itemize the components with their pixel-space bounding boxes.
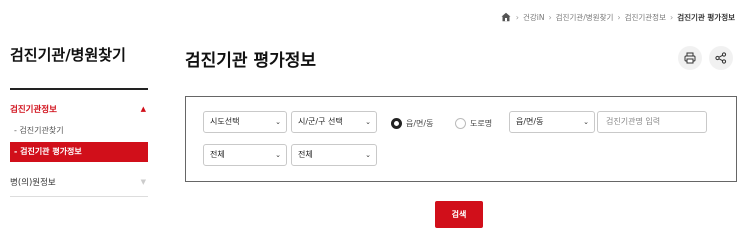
share-icon bbox=[715, 49, 727, 68]
sido-select[interactable]: 시도선택 ⌄ bbox=[203, 111, 287, 133]
sidebar-divider bbox=[10, 88, 148, 90]
emd-select[interactable]: 읍/면/동 ⌄ bbox=[509, 111, 595, 133]
chevron-down-icon: ⌄ bbox=[583, 118, 589, 126]
sidebar-title: 검진기관/병원찾기 bbox=[10, 46, 126, 64]
chevron-down-icon: ⌄ bbox=[365, 151, 371, 159]
search-panel bbox=[185, 96, 737, 182]
home-icon[interactable] bbox=[500, 11, 512, 23]
breadcrumb-item[interactable]: 검진기관정보 bbox=[625, 12, 666, 23]
caret-up-icon: ▲ bbox=[140, 105, 146, 113]
chevron-right-icon: › bbox=[548, 12, 552, 22]
printer-icon bbox=[684, 49, 696, 68]
sidebar-item-label: 병(의)원정보 bbox=[10, 178, 56, 188]
institution-name-input[interactable]: 검진기관명 입력 bbox=[597, 111, 707, 133]
radio-unselected-icon bbox=[455, 118, 466, 129]
sidebar-bottom-divider bbox=[10, 196, 148, 197]
select-value: 전체 bbox=[298, 150, 313, 159]
breadcrumb-item[interactable]: 검진기관/병원찾기 bbox=[556, 12, 614, 23]
chevron-right-icon: › bbox=[515, 12, 519, 22]
chevron-down-icon: ⌄ bbox=[275, 118, 281, 126]
filter-select-1[interactable]: 전체 ⌄ bbox=[203, 144, 287, 166]
filter-select-2[interactable]: 전체 ⌄ bbox=[291, 144, 377, 166]
page-title: 검진기관 평가정보 bbox=[185, 51, 317, 71]
chevron-right-icon: › bbox=[617, 12, 621, 22]
sidebar-subitem-evaluation[interactable]: - 검진기관 평가정보 bbox=[10, 142, 148, 162]
select-value: 전체 bbox=[210, 150, 225, 159]
radio-label: 도로명 bbox=[470, 119, 493, 128]
sigungu-select[interactable]: 시/군/구 선택 ⌄ bbox=[291, 111, 377, 133]
radio-label: 읍/면/동 bbox=[406, 119, 434, 128]
print-button[interactable] bbox=[678, 46, 702, 70]
select-value: 시/군/구 선택 bbox=[298, 117, 343, 126]
breadcrumb: › 건강iN › 검진기관/병원찾기 › 검진기관정보 › 검진기관 평가정보 bbox=[500, 11, 735, 23]
search-button[interactable]: 검색 bbox=[435, 201, 483, 228]
breadcrumb-item[interactable]: 건강iN bbox=[523, 12, 545, 23]
radio-road[interactable]: 도로명 bbox=[455, 118, 492, 129]
sidebar-subitem-find[interactable]: - 검진기관찾기 bbox=[14, 125, 64, 136]
chevron-right-icon: › bbox=[669, 12, 674, 22]
radio-selected-icon bbox=[391, 118, 402, 129]
chevron-down-icon: ⌄ bbox=[365, 118, 371, 126]
sidebar-item-checkup-institution[interactable]: 검진기관정보 ▲ bbox=[10, 103, 148, 115]
breadcrumb-current: 검진기관 평가정보 bbox=[677, 12, 735, 22]
select-value: 시도선택 bbox=[210, 117, 240, 126]
chevron-down-icon: ⌄ bbox=[275, 151, 281, 159]
caret-down-icon: ▼ bbox=[140, 178, 146, 186]
select-value: 읍/면/동 bbox=[516, 117, 544, 126]
radio-emd[interactable]: 읍/면/동 bbox=[391, 118, 433, 129]
sidebar-item-label: 검진기관정보 bbox=[10, 105, 57, 115]
share-button[interactable] bbox=[709, 46, 733, 70]
sidebar-item-hospital[interactable]: 병(의)원정보 ▼ bbox=[10, 176, 148, 188]
